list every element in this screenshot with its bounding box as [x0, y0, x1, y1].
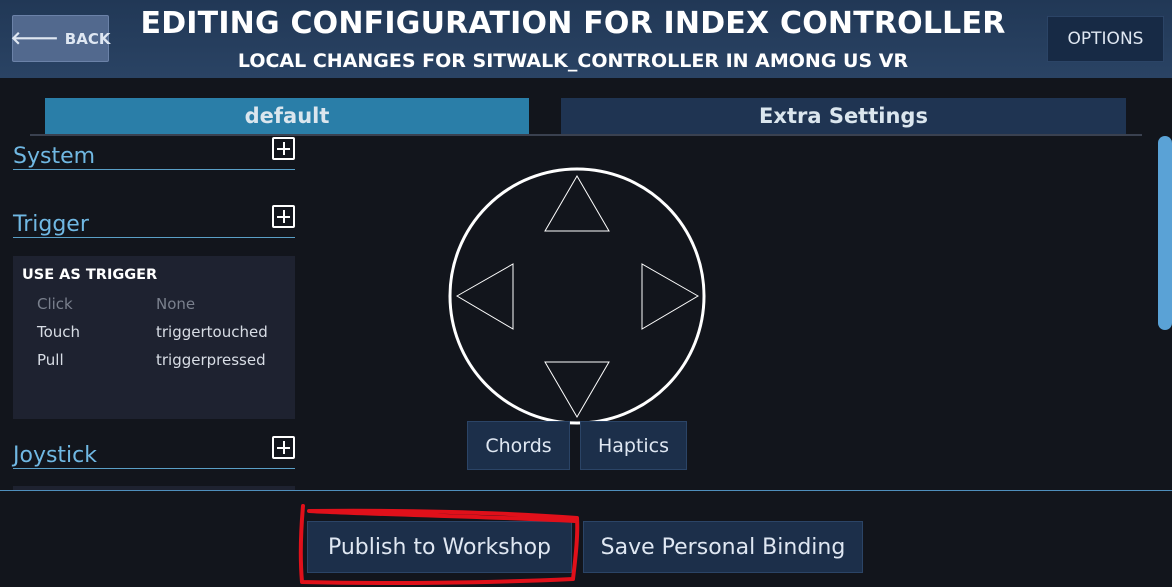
input-touch-label: Touch: [37, 323, 81, 341]
section-system-label: System: [13, 144, 96, 169]
dpad-right-icon: [641, 263, 699, 330]
tab-extra-settings[interactable]: Extra Settings: [561, 98, 1126, 134]
section-joystick[interactable]: Joystick: [13, 436, 295, 469]
section-trigger[interactable]: Trigger: [13, 205, 295, 238]
tab-default[interactable]: default: [45, 98, 529, 134]
tab-divider: [30, 134, 1142, 136]
input-touch-action[interactable]: triggertouched: [156, 323, 268, 341]
options-button[interactable]: OPTIONS: [1047, 16, 1164, 62]
dpad-down-icon: [544, 361, 610, 418]
section-system[interactable]: System: [13, 137, 295, 170]
input-pull-action[interactable]: triggerpressed: [156, 351, 266, 369]
section-joystick-label: Joystick: [13, 443, 98, 468]
dpad-left-icon: [456, 263, 514, 330]
dpad-diagram: [448, 167, 706, 425]
dpad-circle: [448, 167, 706, 425]
plus-icon[interactable]: [272, 137, 295, 160]
haptics-button[interactable]: Haptics: [580, 421, 687, 470]
dpad-up-icon: [544, 175, 610, 232]
card-title: USE AS TRIGGER: [22, 267, 158, 283]
section-trigger-label: Trigger: [13, 212, 89, 237]
trigger-mode-card[interactable]: USE AS TRIGGER Click None Touch triggert…: [13, 256, 295, 419]
scrollbar-thumb[interactable]: [1158, 136, 1172, 330]
header-bar: 🡐 BACK EDITING CONFIGURATION FOR INDEX C…: [0, 0, 1172, 78]
save-personal-binding-button[interactable]: Save Personal Binding: [583, 521, 863, 573]
page-title: EDITING CONFIGURATION FOR INDEX CONTROLL…: [140, 6, 1006, 41]
chords-button[interactable]: Chords: [467, 421, 570, 470]
page-subtitle: LOCAL CHANGES FOR SITWALK_CONTROLLER IN …: [237, 50, 909, 72]
plus-icon[interactable]: [272, 205, 295, 228]
input-click-action[interactable]: None: [156, 295, 195, 313]
input-click-label: Click: [37, 295, 73, 313]
plus-icon[interactable]: [272, 436, 295, 459]
input-pull-label: Pull: [37, 351, 64, 369]
publish-to-workshop-button[interactable]: Publish to Workshop: [307, 521, 572, 573]
